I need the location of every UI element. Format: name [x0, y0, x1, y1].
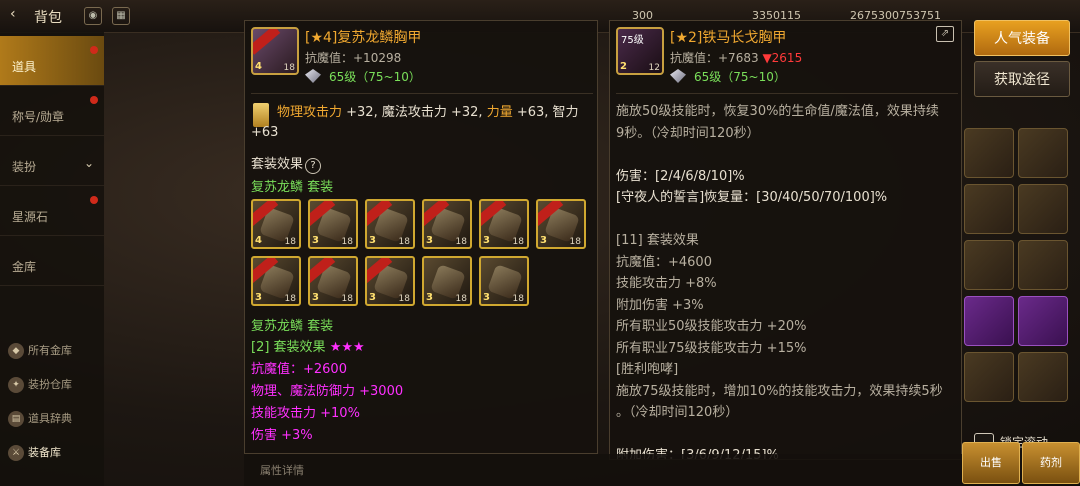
set-piece[interactable]: 3 18 — [422, 256, 472, 306]
diamond-icon — [670, 69, 686, 83]
eye-icon[interactable]: ◉ — [84, 7, 102, 25]
acquire-route-button[interactable]: 获取途径 — [974, 61, 1070, 97]
vault-icon: ◆ — [8, 343, 24, 359]
set-piece[interactable]: 3 18 — [308, 256, 358, 306]
set-piece[interactable]: 4 18 — [251, 199, 301, 249]
sell-button[interactable]: 出售 — [962, 442, 1020, 484]
inventory-slot[interactable] — [1018, 296, 1068, 346]
inventory-slot[interactable] — [1018, 352, 1068, 402]
equipped-item-tooltip: 4 18 [★4]复苏龙鳞胸甲 抗魔值：+10298 65级（75~10） 物理… — [244, 20, 598, 454]
notification-dot — [90, 46, 98, 54]
item-level-range: 65级（75~10） — [694, 70, 786, 84]
set-name: 复苏龙鳞 套装 — [251, 180, 334, 195]
stat-diff: ▼2615 — [762, 51, 803, 65]
set-bonus: 技能攻击力 +10% — [251, 406, 360, 421]
item-description: 施放50级技能时，恢复30%的生命值/魔法值，效果持续 9秒。（冷却时间120秒… — [616, 104, 943, 459]
sidebar-sub-all-vaults[interactable]: ◆ 所有金库 — [8, 342, 104, 368]
item-star: 2 — [620, 61, 627, 72]
sidebar-sub-costume-storage[interactable]: ✦ 装扮仓库 — [8, 376, 104, 402]
inventory-slot[interactable] — [964, 184, 1014, 234]
set-header: 套装效果? — [251, 153, 322, 174]
item-required-level: 75级 — [621, 35, 644, 46]
inventory-slot[interactable] — [964, 296, 1014, 346]
set-bonus: 物理、魔法防御力 +3000 — [251, 384, 404, 399]
sidebar-sub-item-dictionary[interactable]: ▤ 道具辞典 — [8, 410, 104, 436]
card-stats: 物理攻击力 +32, 魔法攻击力 +32, 力量 +63, 智力 — [277, 105, 579, 120]
item-name: [★2]铁马长戈胸甲 — [670, 30, 787, 46]
sidebar-item-label: 金库 — [12, 260, 37, 274]
card-stats-cont: +63 — [251, 125, 279, 140]
sidebar-item-label: 装扮 — [12, 160, 37, 174]
star-icons: ★★★ — [329, 340, 365, 355]
set-piece[interactable]: 3 18 — [422, 199, 472, 249]
divider — [616, 93, 958, 94]
item-level: 12 — [648, 63, 660, 73]
page-title: 背包 — [34, 10, 62, 26]
inventory-slot[interactable] — [1018, 128, 1068, 178]
set-piece[interactable]: 3 18 — [365, 199, 415, 249]
inventory-slot[interactable] — [1018, 240, 1068, 290]
magic-resist: 抗魔值：+7683 ▼2615 — [670, 51, 803, 65]
sidebar-item-starstone[interactable]: 星源石 — [0, 186, 104, 236]
potion-button[interactable]: 药剂 — [1022, 442, 1080, 484]
notification-dot — [90, 96, 98, 104]
sidebar-item-label: 道具 — [12, 60, 37, 74]
sidebar-sub-equipment-storage[interactable]: ⚔ 装备库 — [8, 444, 104, 470]
set-piece[interactable]: 3 18 — [365, 256, 415, 306]
item-level-range: 65级（75~10） — [329, 70, 421, 84]
set-bonus: 抗魔值：+2600 — [251, 362, 347, 377]
chevron-down-icon: ⌄ — [83, 156, 94, 170]
set-effect: [2] 套装效果 ★★★ — [251, 340, 365, 355]
help-icon[interactable]: ? — [305, 158, 322, 174]
inventory-slot[interactable] — [964, 240, 1014, 290]
item-level: 18 — [283, 63, 295, 73]
divider — [251, 93, 593, 94]
set-name-2: 复苏龙鳞 套装 — [251, 319, 334, 334]
sidebar-item-label: 称号/勋章 — [12, 110, 65, 124]
inventory-slot[interactable] — [1018, 184, 1068, 234]
inventory-slot[interactable] — [964, 352, 1014, 402]
popular-equipment-button[interactable]: 人气装备 — [974, 20, 1070, 56]
book-icon: ▤ — [8, 411, 24, 427]
back-icon[interactable]: ‹ — [10, 6, 16, 22]
share-icon[interactable]: ⇗ — [936, 26, 954, 42]
sidebar-item-vault[interactable]: 金库 — [0, 236, 104, 286]
set-piece[interactable]: 3 18 — [308, 199, 358, 249]
diamond-icon — [305, 69, 321, 83]
sidebar-item-props[interactable]: 道具 — [0, 36, 104, 86]
equipped-tag — [253, 29, 281, 55]
grid-icon[interactable]: ▦ — [112, 7, 130, 25]
compare-item-tooltip: 75级 2 12 [★2]铁马长戈胸甲 抗魔值：+7683 ▼2615 65级（… — [609, 20, 962, 460]
item-icon: 4 18 — [251, 27, 299, 75]
set-piece[interactable]: 3 18 — [479, 199, 529, 249]
set-bonus: 伤害 +3% — [251, 428, 313, 443]
magic-resist: 抗魔值：+10298 — [305, 51, 402, 65]
item-star: 4 — [255, 61, 262, 72]
sidebar-item-avatar[interactable]: 装扮 ⌄ — [0, 136, 104, 186]
sidebar-item-label: 星源石 — [12, 210, 49, 224]
bottom-bar: 属性详情 — [244, 454, 962, 486]
set-piece[interactable]: 3 18 — [536, 199, 586, 249]
set-piece[interactable]: 3 18 — [251, 256, 301, 306]
set-piece[interactable]: 3 18 — [479, 256, 529, 306]
inventory-slot[interactable] — [964, 128, 1014, 178]
sidebar: 道具 称号/勋章 装扮 ⌄ 星源石 金库 ◆ 所有金库 ✦ 装扮仓库 ▤ 道具辞典 ⚔… — [0, 32, 104, 486]
item-icon: 75级 2 12 — [616, 27, 664, 75]
costume-icon: ✦ — [8, 377, 24, 393]
item-name: [★4]复苏龙鳞胸甲 — [305, 30, 422, 46]
sidebar-item-titles[interactable]: 称号/勋章 — [0, 86, 104, 136]
attribute-detail-link[interactable]: 属性详情 — [260, 462, 304, 478]
notification-dot — [90, 196, 98, 204]
equipment-icon: ⚔ — [8, 445, 24, 461]
